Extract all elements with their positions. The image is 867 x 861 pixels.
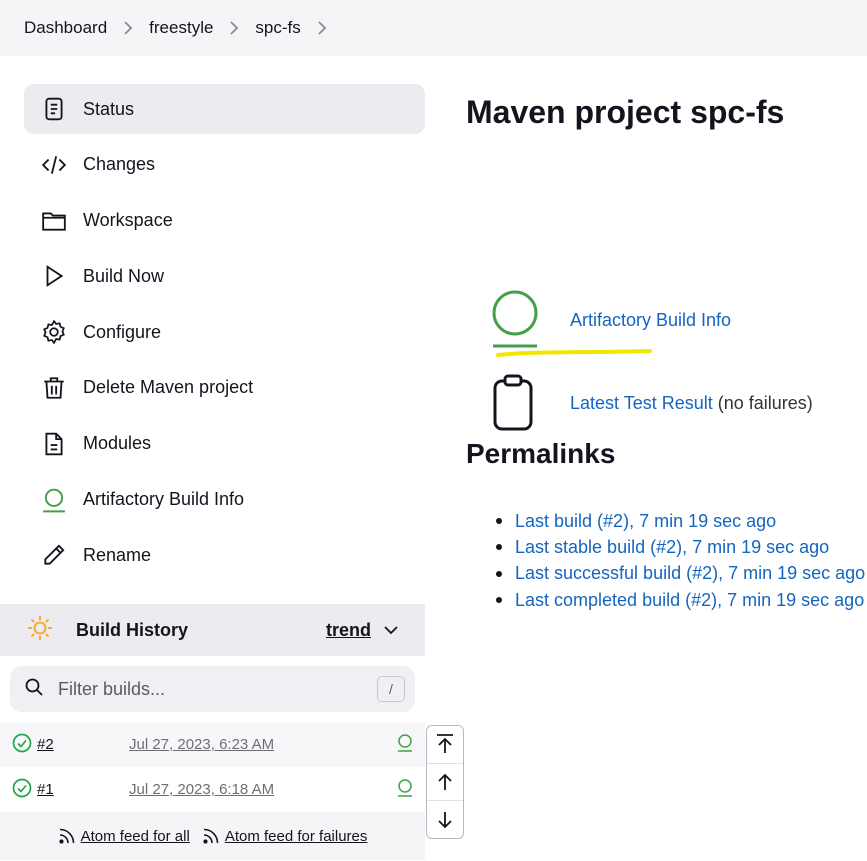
build-row[interactable]: #2 Jul 27, 2023, 6:23 AM <box>0 722 425 767</box>
task-build-now[interactable]: Build Now <box>24 251 425 301</box>
permalink-last-stable-build[interactable]: Last stable build (#2), 7 min 19 sec ago <box>515 537 829 558</box>
build-number-link[interactable]: #2 <box>37 736 129 753</box>
latest-test-result-action[interactable]: Latest Test Result (no failures) <box>490 374 813 432</box>
build-row[interactable]: #1 Jul 27, 2023, 6:18 AM <box>0 767 425 812</box>
chevron-down-icon[interactable] <box>383 625 399 635</box>
task-artifactory-build-info[interactable]: Artifactory Build Info <box>24 475 425 525</box>
task-label: Rename <box>83 544 152 565</box>
task-workspace[interactable]: Workspace <box>24 196 425 246</box>
build-history-title: Build History <box>76 619 189 640</box>
task-changes[interactable]: Changes <box>24 140 425 190</box>
artifactory-icon[interactable] <box>397 733 413 756</box>
atom-feed-all-label[interactable]: Atom feed for all <box>81 828 190 845</box>
rss-icon <box>203 828 219 844</box>
arrow-to-top-icon <box>437 734 453 754</box>
breadcrumb-spc-fs[interactable]: spc-fs <box>255 18 300 38</box>
permalink-last-build[interactable]: Last build (#2), 7 min 19 sec ago <box>515 511 776 532</box>
task-status[interactable]: Status <box>24 84 425 134</box>
task-modules[interactable]: Modules <box>24 419 425 469</box>
file-text-icon <box>40 430 68 458</box>
chevron-right-icon[interactable] <box>229 21 239 35</box>
scroll-down-button[interactable] <box>427 801 463 839</box>
success-check-icon <box>12 778 32 802</box>
trend-dropdown[interactable]: trend <box>326 620 399 641</box>
sun-icon <box>26 614 54 647</box>
success-check-icon <box>12 733 32 757</box>
arrow-up-icon <box>438 773 452 790</box>
task-label: Build Now <box>83 265 165 286</box>
atom-feed-failures-label[interactable]: Atom feed for failures <box>225 828 368 845</box>
trend-label[interactable]: trend <box>326 620 371 641</box>
scroll-control <box>426 725 464 839</box>
task-delete-maven-project[interactable]: Delete Maven project <box>24 363 425 413</box>
task-label: Delete Maven project <box>83 377 254 398</box>
code-icon <box>40 151 68 179</box>
clipboard-icon <box>490 374 570 432</box>
task-configure[interactable]: Configure <box>24 307 425 357</box>
build-date-link[interactable]: Jul 27, 2023, 6:23 AM <box>129 736 274 753</box>
artifactory-icon[interactable] <box>397 778 413 801</box>
permalink-item: Last successful build (#2), 7 min 19 sec… <box>496 561 865 587</box>
permalink-last-completed-build[interactable]: Last completed build (#2), 7 min 19 sec … <box>515 590 864 611</box>
build-number-link[interactable]: #1 <box>37 781 129 798</box>
pencil-icon <box>40 541 68 569</box>
test-result-note: (no failures) <box>717 392 813 413</box>
artifactory-build-info-link[interactable]: Artifactory Build Info <box>570 310 731 331</box>
breadcrumb: Dashboard freestyle spc-fs <box>0 0 867 56</box>
atom-feed-all-link[interactable]: Atom feed for all <box>58 827 190 845</box>
document-icon <box>40 95 68 123</box>
task-label: Modules <box>83 433 152 454</box>
arrow-down-icon <box>438 811 452 829</box>
play-icon <box>40 262 68 290</box>
page-title: Maven project spc-fs <box>466 94 785 130</box>
folder-icon <box>40 207 68 235</box>
latest-test-result-link[interactable]: Latest Test Result <box>570 393 713 414</box>
permalinks-list: Last build (#2), 7 min 19 sec ago Last s… <box>496 508 865 613</box>
atom-feeds: Atom feed for all Atom feed for failures <box>0 812 425 860</box>
search-icon <box>24 677 44 702</box>
filter-builds[interactable]: / <box>10 666 415 712</box>
sidebar-tasks: Status Changes Workspace Build Now Confi… <box>24 84 425 586</box>
gear-icon <box>40 318 68 346</box>
artifactory-icon <box>40 486 68 514</box>
artifactory-build-info-action[interactable]: Artifactory Build Info <box>490 290 731 350</box>
task-label: Configure <box>83 321 162 342</box>
breadcrumb-freestyle[interactable]: freestyle <box>149 18 213 38</box>
permalink-item: Last build (#2), 7 min 19 sec ago <box>496 508 865 534</box>
build-history-panel: Build History trend / #2 Jul 27, 2023, 6… <box>0 604 425 860</box>
build-history-header: Build History trend <box>0 604 425 656</box>
task-label: Artifactory Build Info <box>83 489 245 510</box>
permalink-item: Last stable build (#2), 7 min 19 sec ago <box>496 534 865 560</box>
permalink-last-successful-build[interactable]: Last successful build (#2), 7 min 19 sec… <box>515 563 865 584</box>
permalink-item: Last completed build (#2), 7 min 19 sec … <box>496 587 865 613</box>
rss-icon <box>58 828 74 844</box>
artifactory-icon <box>490 290 570 350</box>
atom-feed-failures-link[interactable]: Atom feed for failures <box>202 827 368 845</box>
trash-icon <box>40 374 68 402</box>
permalinks-title: Permalinks <box>466 438 616 469</box>
build-date-link[interactable]: Jul 27, 2023, 6:18 AM <box>129 781 274 798</box>
yellow-highlight-underline <box>496 349 652 357</box>
keyboard-shortcut-badge: / <box>377 676 405 702</box>
chevron-right-icon[interactable] <box>317 21 327 35</box>
task-label: Workspace <box>83 210 173 231</box>
chevron-right-icon[interactable] <box>123 21 133 35</box>
scroll-to-top-button[interactable] <box>427 726 463 764</box>
filter-builds-input[interactable] <box>58 678 358 700</box>
scroll-up-button[interactable] <box>427 764 463 801</box>
task-label: Status <box>83 98 135 119</box>
task-label: Changes <box>83 154 156 175</box>
breadcrumb-dashboard[interactable]: Dashboard <box>24 18 107 38</box>
task-rename[interactable]: Rename <box>24 530 425 580</box>
